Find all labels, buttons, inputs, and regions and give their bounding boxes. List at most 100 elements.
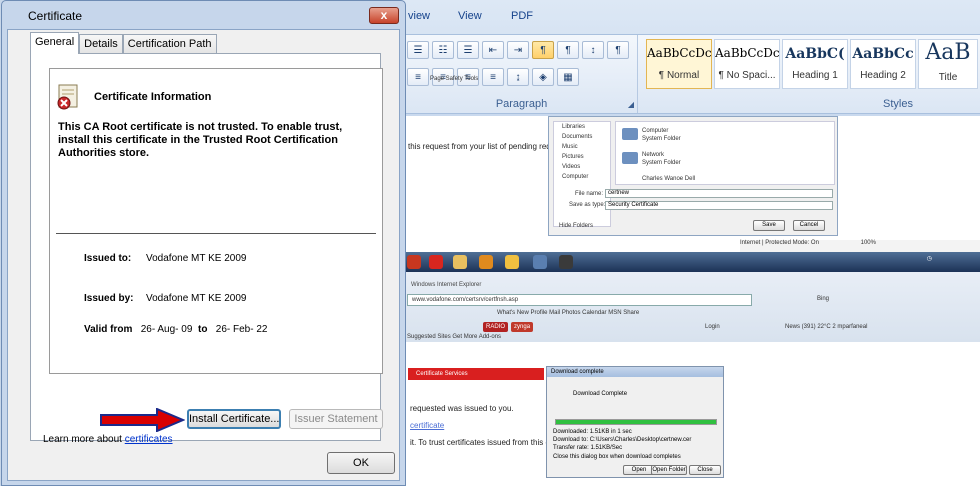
ribbon-tab-review[interactable]: view [408, 10, 430, 22]
nav-item[interactable]: Pictures [554, 152, 610, 162]
nav-item[interactable]: Music [554, 142, 610, 152]
learn-more-prefix: Learn more about [43, 434, 122, 445]
sort-icon[interactable]: ↕ [582, 41, 604, 59]
folder-taskbar-icon[interactable] [453, 255, 467, 269]
network-icon [622, 152, 638, 164]
radio-badge[interactable]: RADIO [483, 322, 509, 332]
pilcrow-icon[interactable]: ¶ [607, 41, 629, 59]
style-title[interactable]: AaB Title [918, 39, 978, 89]
taskbar: ◷ [405, 252, 980, 272]
ie-address-bar[interactable]: www.vodafone.com/certsrv/certfnsh.asp [407, 294, 752, 306]
ie-search-box[interactable]: Bing [817, 296, 829, 302]
tab-general[interactable]: General [30, 32, 80, 54]
app-taskbar-icon[interactable] [505, 255, 519, 269]
certificate-warning-icon [57, 84, 78, 110]
install-certificate-button[interactable]: Install Certificate... [187, 409, 281, 429]
paragraph-group: ☰ ☷ ☰ ⇤ ⇥ ¶ ¶ ↕ ¶ ≡ ≡ ≡ ≡ ↨ ◈ ▦ Paragrap… [405, 35, 638, 113]
ok-button[interactable]: OK [327, 452, 395, 474]
styles-group-label: Styles [883, 98, 913, 110]
issued-text: requested was issued to you. [410, 404, 514, 413]
open-folder-button[interactable]: Open Folder [651, 465, 687, 475]
download-complete-dialog: Download complete Download Complete Down… [546, 366, 724, 478]
issued-by-label: Issued by: [84, 293, 134, 304]
ribbon-tab-pdf[interactable]: PDF [511, 10, 533, 22]
ie-toolbar-links[interactable]: What's New Profile Mail Photos Calendar … [497, 310, 639, 316]
trust-warning-text: This CA Root certificate is not trusted.… [58, 121, 343, 159]
shading-icon[interactable]: ◈ [532, 68, 554, 86]
rtl-icon[interactable]: ¶ [557, 41, 579, 59]
close-button[interactable]: Close [689, 465, 721, 475]
nav-item[interactable]: Libraries [554, 122, 610, 132]
opera-taskbar-icon[interactable] [429, 255, 443, 269]
nav-item[interactable]: Computer [554, 172, 610, 182]
tab-details[interactable]: Details [79, 34, 123, 54]
style-no-spacing[interactable]: AaBbCcDc ¶ No Spaci... [714, 39, 780, 89]
style-name: ¶ Normal [658, 70, 700, 81]
download-dialog-title: Download complete [547, 367, 723, 377]
save-type-label: Save as type: [569, 202, 606, 208]
increase-indent-icon[interactable]: ⇥ [507, 41, 529, 59]
ribbon-tab-view[interactable]: View [458, 10, 482, 22]
general-tab-page: Certificate Information This CA Root cer… [30, 53, 383, 445]
ie-command-bar[interactable]: Page Safety Tools [430, 76, 478, 82]
nav-item[interactable]: Documents [554, 132, 610, 142]
login-link[interactable]: Login [705, 324, 720, 330]
style-sample: AaB [925, 40, 971, 65]
nav-item[interactable]: Videos [554, 162, 610, 172]
multilevel-list-icon[interactable]: ☰ [457, 41, 479, 59]
app-taskbar-icon[interactable] [533, 255, 547, 269]
install-certificate-link[interactable]: certificate [410, 421, 444, 430]
close-button[interactable]: x [369, 7, 399, 24]
learn-more-text: Learn more about certificates [43, 434, 173, 445]
line-spacing-icon[interactable]: ↨ [507, 68, 529, 86]
certificate-info-heading: Certificate Information [94, 91, 212, 103]
red-arrow-icon [100, 408, 185, 432]
borders-icon[interactable]: ▦ [557, 68, 579, 86]
issuer-statement-button: Issuer Statement [289, 409, 383, 429]
dialog-launcher-icon[interactable]: ◢ [628, 100, 634, 109]
hide-folders-toggle[interactable]: Hide Folders [559, 223, 593, 229]
style-heading-2[interactable]: AaBbCc Heading 2 [850, 39, 916, 89]
download-heading: Download Complete [573, 391, 628, 397]
file-item[interactable]: Computer [642, 128, 668, 134]
align-left-icon[interactable]: ≡ [407, 68, 429, 86]
bullets-icon[interactable]: ☰ [407, 41, 429, 59]
file-item[interactable]: Charles Wanoe Dell [642, 176, 695, 182]
paragraph-group-label: Paragraph [495, 98, 548, 110]
app-taskbar-icon[interactable] [559, 255, 573, 269]
favorites-bar[interactable]: Suggested Sites Get More Add-ons [407, 334, 501, 340]
style-name: Heading 2 [860, 70, 906, 81]
justify-icon[interactable]: ≡ [482, 68, 504, 86]
zoom-level[interactable]: 100% [861, 240, 876, 246]
dialog-titlebar[interactable]: Certificate x [2, 1, 405, 29]
ltr-icon[interactable]: ¶ [532, 41, 554, 59]
style-name: Heading 1 [792, 70, 838, 81]
save-as-dialog: Libraries Documents Music Pictures Video… [548, 116, 838, 236]
tab-certification-path[interactable]: Certification Path [122, 34, 217, 54]
valid-from-value: 26- Aug- 09 [140, 324, 193, 335]
decrease-indent-icon[interactable]: ⇤ [482, 41, 504, 59]
ie-status-bar: Internet | Protected Mode: On 100% [740, 240, 980, 252]
style-sample: AaBbCcDc [647, 46, 711, 60]
file-item[interactable]: Network [642, 152, 664, 158]
ie-title: Windows Internet Explorer [411, 282, 482, 288]
cert-services-banner: Certificate Services [408, 368, 544, 380]
ie-taskbar-icon[interactable] [407, 255, 421, 269]
style-heading-1[interactable]: AaBbC( Heading 1 [782, 39, 848, 89]
download-info: Transfer rate: 1.51KB/Sec [553, 445, 623, 451]
style-normal[interactable]: AaBbCcDc ¶ Normal [646, 39, 712, 89]
cancel-button[interactable]: Cancel [793, 220, 825, 231]
download-progress-bar [555, 419, 717, 425]
close-when-done-checkbox[interactable]: Close this dialog box when download comp… [553, 454, 681, 460]
numbering-icon[interactable]: ☷ [432, 41, 454, 59]
media-taskbar-icon[interactable] [479, 255, 493, 269]
style-sample: AaBbCc [852, 46, 914, 62]
certificates-link[interactable]: certificates [125, 434, 173, 445]
save-button[interactable]: Save [753, 220, 785, 231]
file-name-input[interactable]: certnew [605, 189, 833, 198]
zynga-badge[interactable]: zynga [511, 322, 534, 332]
clock-icon[interactable]: ◷ [927, 255, 932, 262]
save-type-select[interactable]: Security Certificate [605, 201, 833, 210]
news-link[interactable]: News (391) 22°C 2 mparfaneal [785, 324, 867, 330]
ie-chrome: Windows Internet Explorer www.vodafone.c… [405, 272, 980, 342]
